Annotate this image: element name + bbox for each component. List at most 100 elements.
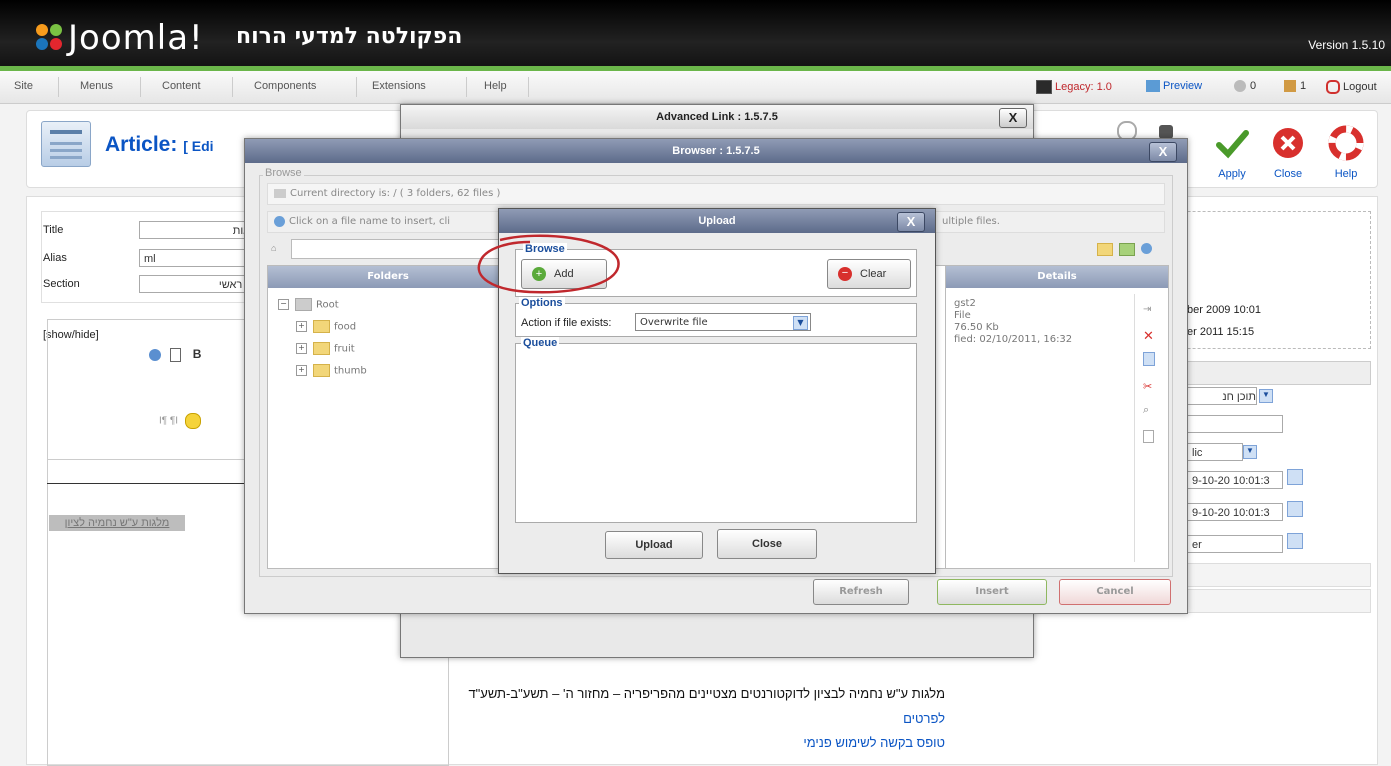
folder-icon — [313, 342, 330, 355]
messages-count: 0 — [1250, 80, 1257, 92]
refresh-button[interactable]: Refresh — [813, 579, 909, 605]
path-icon: ⌂ — [271, 243, 277, 253]
page-title: Article: [ Edi — [105, 133, 214, 157]
lifebuoy-icon — [1328, 125, 1364, 161]
publish-down-input[interactable]: er — [1187, 535, 1283, 553]
file-browser-close-button[interactable]: X — [1149, 142, 1177, 162]
site-name: הפקולטה למדעי הרוח — [236, 24, 463, 49]
users-status: 1 — [1284, 80, 1307, 93]
menu-extensions[interactable]: Extensions — [372, 80, 426, 92]
upload-toolbar-icon[interactable] — [1119, 243, 1135, 256]
expand-icon[interactable]: + — [296, 343, 307, 354]
created-date-input[interactable]: 9-10-20 10:01:3 — [1187, 471, 1283, 489]
tree-root-label: Root — [316, 299, 339, 311]
file-size: 76.50 Kb — [954, 322, 999, 333]
upload-submit-button[interactable]: Upload — [605, 531, 703, 559]
messages-status[interactable]: 0 — [1234, 80, 1257, 93]
menu-components[interactable]: Components — [254, 80, 316, 92]
title-input[interactable]: חוגות — [139, 221, 259, 239]
chevron-down-icon: ▼ — [793, 316, 808, 330]
chevron-down-icon[interactable]: ▼ — [1259, 389, 1273, 403]
joomla-logo-icon — [36, 24, 62, 50]
hint-text-left: Click on a file name to insert, cli — [289, 216, 451, 227]
menu-content[interactable]: Content — [162, 80, 201, 92]
new-document-icon[interactable] — [170, 347, 182, 362]
close-label: Close — [1273, 168, 1303, 180]
insert-file-icon[interactable]: ⇥ — [1143, 304, 1151, 315]
clear-button[interactable]: − Clear — [827, 259, 911, 289]
tree-folder-label: food — [334, 321, 357, 333]
alias-author-input[interactable] — [1187, 415, 1283, 433]
apply-button[interactable]: Apply — [1207, 125, 1257, 180]
logout-link[interactable]: Logout — [1326, 80, 1377, 94]
logout-label: Logout — [1343, 80, 1377, 93]
new-folder-icon[interactable] — [1097, 243, 1113, 256]
version-label: Version 1.5.10 — [1308, 38, 1385, 52]
annotation-circle — [477, 234, 620, 294]
action-if-exists-select[interactable]: Overwrite file ▼ — [635, 313, 811, 331]
menu-menus[interactable]: Menus — [80, 80, 113, 92]
folder-small-icon — [274, 188, 286, 198]
calendar-icon[interactable] — [1287, 469, 1303, 485]
editor-toolbar: B — [149, 347, 201, 362]
upload-close-button[interactable]: Close — [717, 529, 817, 559]
editor-help-icon[interactable] — [149, 348, 161, 361]
clear-label: Clear — [860, 268, 887, 280]
cancel-button[interactable]: Cancel — [1059, 579, 1171, 605]
view-icon[interactable]: ⌕ — [1143, 404, 1149, 417]
users-icon — [1284, 80, 1296, 93]
clear-icon: − — [838, 267, 852, 282]
section-select[interactable]: דף ראשי — [139, 275, 259, 293]
access-select[interactable]: lic — [1187, 443, 1243, 461]
help-small-icon[interactable] — [1141, 243, 1152, 254]
tree-folder-thumb[interactable]: + thumb — [296, 364, 367, 377]
expand-icon[interactable]: + — [296, 365, 307, 376]
preview-link[interactable]: Preview — [1146, 80, 1202, 93]
publish-up-input[interactable]: 9-10-20 10:01:3 — [1187, 503, 1283, 521]
menu-divider — [356, 77, 357, 97]
toolbar-hidden-icon[interactable] — [1159, 125, 1173, 139]
tree-folder-food[interactable]: + food — [296, 320, 356, 333]
cut-icon[interactable]: ✂ — [1143, 380, 1152, 393]
checkmark-icon — [1216, 130, 1249, 159]
copy-icon[interactable] — [1143, 352, 1155, 366]
close-circle-icon — [1273, 128, 1303, 158]
request-form-link[interactable]: טופס בקשה לשימוש פנימי — [645, 735, 945, 750]
author-select[interactable]: תוכן חנ — [1187, 387, 1257, 405]
tree-root[interactable]: − Root — [278, 298, 339, 311]
help-label: Help — [1334, 168, 1358, 180]
users-count: 1 — [1300, 80, 1307, 92]
tree-folder-label: thumb — [334, 365, 367, 377]
menu-help[interactable]: Help — [484, 80, 507, 92]
tree-folder-label: fruit — [334, 343, 355, 355]
tree-folder-fruit[interactable]: + fruit — [296, 342, 355, 355]
menu-site[interactable]: Site — [14, 80, 33, 92]
page-title-action: [ Edi — [183, 138, 214, 154]
delete-icon[interactable]: ✕ — [1143, 328, 1154, 344]
editor-emoticons: Ι¶ ¶Ι — [159, 413, 201, 429]
chevron-down-icon[interactable]: ▼ — [1243, 445, 1257, 459]
legacy-icon — [1036, 80, 1052, 94]
file-details: gst2 File 76.50 Kb fied: 02/10/2011, 16:… — [954, 298, 1072, 346]
expand-icon[interactable]: + — [296, 321, 307, 332]
calendar-icon[interactable] — [1287, 501, 1303, 517]
folders-panel: Folders − Root + food + fruit + thumb — [267, 265, 509, 569]
apply-label: Apply — [1218, 168, 1246, 180]
insert-button[interactable]: Insert — [937, 579, 1047, 605]
file-browser-title: Browser : 1.5.7.5 — [245, 139, 1187, 163]
upload-close-x-button[interactable]: X — [897, 212, 925, 232]
direction-icons[interactable]: Ι¶ ¶Ι — [159, 416, 178, 427]
file-type: File — [954, 310, 971, 321]
alias-input[interactable]: ml — [139, 249, 259, 267]
collapse-icon[interactable]: − — [278, 299, 289, 310]
smiley-icon[interactable] — [184, 413, 201, 429]
advanced-link-close-button[interactable]: X — [999, 108, 1027, 128]
bold-icon[interactable]: B — [193, 347, 202, 361]
details-link[interactable]: לפרטים — [845, 711, 945, 726]
help-button[interactable]: Help — [1321, 125, 1371, 180]
close-button[interactable]: Close — [1263, 125, 1313, 180]
properties-icon[interactable] — [1143, 430, 1154, 443]
calendar-icon[interactable] — [1287, 533, 1303, 549]
advanced-link-title: Advanced Link : 1.5.7.5 — [401, 105, 1033, 129]
alias-label: Alias — [43, 252, 67, 264]
